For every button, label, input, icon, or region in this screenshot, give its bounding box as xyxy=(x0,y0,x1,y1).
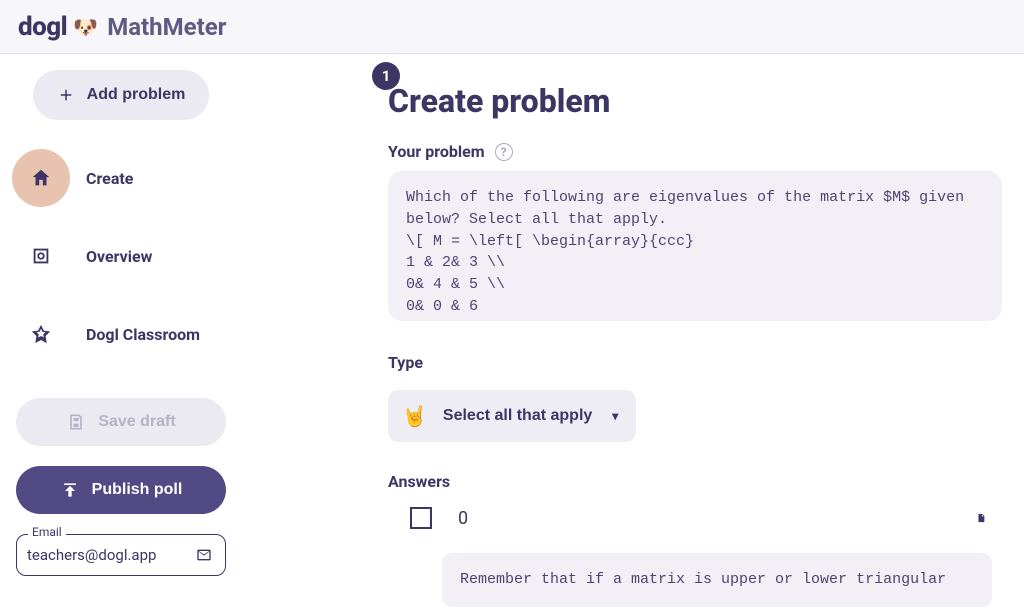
answer-checkbox[interactable] xyxy=(410,507,432,529)
publish-poll-button[interactable]: Publish poll xyxy=(16,466,226,514)
plus-icon xyxy=(57,86,75,104)
answer-feedback-text[interactable]: Remember that if a matrix is upper or lo… xyxy=(442,553,992,607)
sidebar-item-label: Overview xyxy=(86,247,222,266)
answers-label: Answers xyxy=(388,472,1002,491)
chevron-down-icon: ▾ xyxy=(612,409,618,423)
add-problem-button[interactable]: Add problem xyxy=(33,70,210,120)
mascot-icon: 🐶 xyxy=(73,16,95,38)
brand-logo[interactable]: dogl 🐶 xyxy=(18,12,95,42)
save-draft-button[interactable]: Save draft xyxy=(16,398,226,446)
overview-icon xyxy=(30,245,52,267)
type-value: Select all that apply xyxy=(443,407,592,425)
app-name: MathMeter xyxy=(107,13,226,41)
answer-note-button[interactable] xyxy=(970,507,992,529)
brand-name: dogl xyxy=(18,12,67,42)
problem-number-badge: 1 xyxy=(372,62,400,90)
main-content: 1 Create problem Your problem ? Type 🤘 S… xyxy=(388,54,1024,605)
your-problem-label: Your problem ? xyxy=(388,142,1002,161)
content-gap xyxy=(238,54,388,605)
app-header: dogl 🐶 MathMeter xyxy=(0,0,1024,54)
publish-poll-label: Publish poll xyxy=(92,481,183,499)
email-box: Email xyxy=(16,534,226,576)
help-icon[interactable]: ? xyxy=(495,143,513,161)
home-icon xyxy=(30,167,52,189)
answer-row: 0 xyxy=(388,501,1002,535)
save-icon xyxy=(66,412,86,432)
sidebar-item-classroom[interactable]: Dogl Classroom xyxy=(12,304,230,364)
email-legend: Email xyxy=(28,525,66,539)
add-problem-label: Add problem xyxy=(87,86,186,104)
page-title: Create problem xyxy=(388,82,1002,120)
sidebar: Add problem Create Overview Dogl Classro… xyxy=(0,54,238,605)
publish-icon xyxy=(60,480,80,500)
type-selector[interactable]: 🤘 Select all that apply ▾ xyxy=(388,390,636,442)
sidebar-item-label: Dogl Classroom xyxy=(86,325,222,344)
note-icon xyxy=(976,508,986,528)
problem-textarea[interactable] xyxy=(388,171,1002,321)
save-draft-label: Save draft xyxy=(98,413,175,431)
mail-icon xyxy=(196,544,212,566)
type-label: Type xyxy=(388,353,1002,372)
email-send-button[interactable] xyxy=(190,541,218,569)
sidebar-item-label: Create xyxy=(86,169,222,188)
answer-value[interactable]: 0 xyxy=(458,508,944,529)
sidebar-item-overview[interactable]: Overview xyxy=(12,226,230,286)
sidebar-item-create[interactable]: Create xyxy=(12,148,230,208)
sidebar-nav: Create Overview Dogl Classroom xyxy=(12,148,230,382)
classroom-icon xyxy=(30,323,52,345)
rock-on-icon: 🤘 xyxy=(402,404,427,429)
